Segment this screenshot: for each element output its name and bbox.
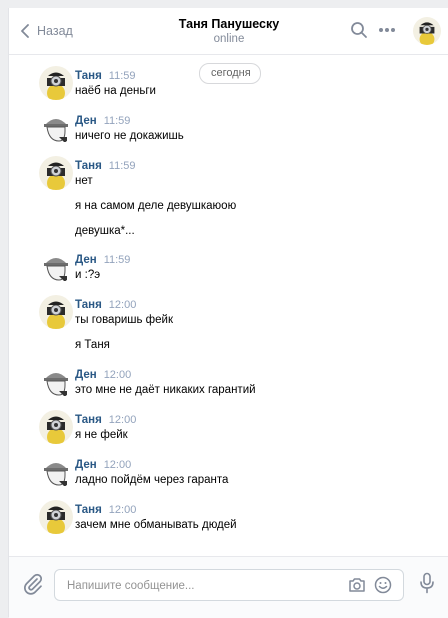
message-composer	[9, 556, 448, 618]
message-text: ты говаришь фейк	[75, 314, 173, 326]
message-text: зачем мне обманывать дюдей	[75, 519, 237, 531]
chat-title[interactable]: Таня Панушеску	[129, 17, 329, 31]
back-button[interactable]: Назад	[21, 21, 73, 41]
smile-icon[interactable]	[374, 576, 392, 594]
search-icon[interactable]	[350, 21, 368, 39]
message-history[interactable]: сегодня Таня 11:59 наёб на деньги Ден 11…	[9, 55, 448, 555]
message-author[interactable]: Таня	[75, 504, 102, 516]
message-input-box[interactable]	[54, 569, 404, 601]
sender-avatar[interactable]	[39, 156, 73, 190]
chat-header: Назад Таня Панушеску online	[9, 8, 448, 55]
message-author[interactable]: Ден	[75, 115, 97, 127]
message-text: нет	[75, 175, 93, 187]
message-author[interactable]: Ден	[75, 459, 97, 471]
message-author[interactable]: Таня	[75, 299, 102, 311]
message-time: 11:59	[108, 160, 136, 172]
contact-avatar[interactable]	[413, 17, 441, 45]
sender-avatar[interactable]	[39, 250, 73, 284]
sender-avatar[interactable]	[39, 295, 73, 329]
sender-avatar[interactable]	[39, 66, 73, 100]
message-text: я на самом деле девушкаюою	[75, 200, 237, 212]
message-text: я Таня	[75, 339, 110, 351]
message-input[interactable]	[65, 576, 339, 596]
message-time: 11:59	[103, 254, 131, 266]
message-text: ничего не докажишь	[75, 130, 184, 142]
paperclip-icon[interactable]	[23, 573, 43, 595]
detective-avatar-icon	[39, 111, 73, 145]
chat-panel: Назад Таня Панушеску online сегодня Таня…	[8, 8, 448, 618]
message-author[interactable]: Таня	[75, 160, 102, 172]
minion-avatar-icon	[39, 156, 73, 190]
chevron-left-icon	[21, 24, 29, 38]
message-time: 12:00	[108, 414, 137, 426]
message-time: 12:00	[108, 299, 137, 311]
detective-avatar-icon	[39, 365, 73, 399]
message-time: 11:59	[108, 70, 136, 82]
microphone-icon[interactable]	[419, 572, 435, 594]
online-status: online	[213, 33, 245, 45]
message-time: 12:00	[103, 459, 132, 471]
minion-avatar-icon	[39, 66, 73, 100]
message-author[interactable]: Ден	[75, 369, 97, 381]
minion-avatar-icon	[39, 295, 73, 329]
minion-avatar-icon	[39, 500, 73, 534]
message-text: и :?э	[75, 269, 101, 281]
detective-avatar-icon	[39, 455, 73, 489]
camera-icon[interactable]	[348, 577, 366, 593]
sender-avatar[interactable]	[39, 455, 73, 489]
message-text: наёб на деньги	[75, 85, 156, 97]
minion-avatar-icon	[39, 410, 73, 444]
message-author[interactable]: Ден	[75, 254, 97, 266]
message-author[interactable]: Таня	[75, 414, 102, 426]
sender-avatar[interactable]	[39, 500, 73, 534]
message-text: я не фейк	[75, 429, 128, 441]
message-time: 12:00	[103, 369, 132, 381]
message-time: 11:59	[103, 115, 131, 127]
more-icon[interactable]	[378, 27, 396, 33]
detective-avatar-icon	[39, 250, 73, 284]
message-text: это мне не даёт никаких гарантий	[75, 384, 256, 396]
minion-avatar-icon	[413, 17, 441, 45]
sender-avatar[interactable]	[39, 365, 73, 399]
message-text: ладно пойдём через гаранта	[75, 474, 229, 486]
sender-avatar[interactable]	[39, 410, 73, 444]
message-time: 12:00	[108, 504, 137, 516]
back-label: Назад	[37, 24, 73, 38]
message-author[interactable]: Таня	[75, 70, 102, 82]
sender-avatar[interactable]	[39, 111, 73, 145]
message-text: девушка*...	[75, 225, 135, 237]
